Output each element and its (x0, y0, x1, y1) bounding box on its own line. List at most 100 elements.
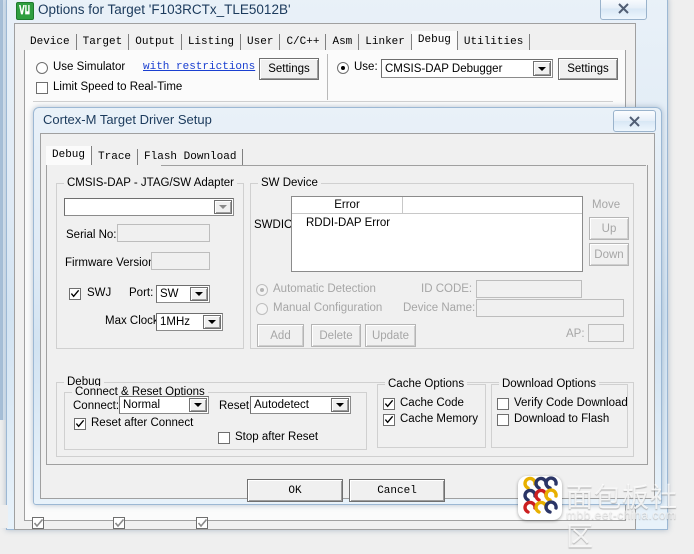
driver-dialog-close-button[interactable] (613, 110, 656, 132)
tab-asm[interactable]: Asm (326, 34, 360, 50)
id-code-label: ID CODE: (421, 283, 473, 295)
options-bottom-checkbox-3[interactable] (196, 517, 208, 529)
swj-label: SWJ (87, 287, 112, 299)
limit-speed-label: Limit Speed to Real-Time (53, 81, 183, 93)
debugger-select-value: CMSIS-DAP Debugger (385, 62, 503, 75)
reset-after-connect-checkbox[interactable] (74, 418, 86, 430)
tab-linker[interactable]: Linker (359, 34, 412, 50)
reset-select-value: Autodetect (254, 399, 309, 411)
options-debug-divider (33, 101, 613, 102)
tab-output[interactable]: Output (129, 34, 182, 50)
check-icon (70, 289, 80, 298)
driver-dialog-tab-page-topline (161, 165, 646, 166)
manual-configuration-label: Manual Configuration (273, 302, 383, 314)
cancel-button[interactable]: Cancel (349, 479, 445, 502)
connect-select-value: Normal (123, 399, 161, 411)
connect-select[interactable]: Normal (119, 396, 209, 414)
driver-tab-debug[interactable]: Debug (46, 146, 93, 165)
tab-debug[interactable]: Debug (411, 31, 458, 50)
options-window-close-button[interactable] (600, 0, 647, 20)
tab-device[interactable]: Device (24, 34, 77, 50)
options-bottom-checkbox-1[interactable] (32, 517, 44, 529)
reset-after-connect-label: Reset after Connect (91, 417, 194, 429)
move-up-button[interactable]: Up (589, 217, 629, 240)
check-icon (384, 415, 394, 424)
chevron-down-icon[interactable] (331, 398, 349, 412)
check-icon (197, 518, 208, 528)
download-options-label: Download Options (499, 378, 599, 390)
manual-configuration-radio[interactable] (256, 303, 268, 315)
sw-device-column-error[interactable]: Error (292, 197, 403, 213)
max-clock-select[interactable]: 1MHz (156, 313, 223, 331)
debugger-select[interactable]: CMSIS-DAP Debugger (381, 59, 553, 78)
table-row[interactable]: RDDI-DAP Error (292, 214, 582, 231)
chevron-down-icon[interactable] (203, 315, 221, 329)
connect-label: Connect: (73, 400, 120, 412)
watermark-logo (518, 476, 562, 520)
ap-field[interactable] (588, 324, 624, 342)
reset-select[interactable]: Autodetect (250, 396, 351, 414)
download-to-flash-label: Download to Flash (514, 413, 610, 425)
ok-button[interactable]: OK (247, 479, 343, 502)
move-label: Move (592, 199, 621, 211)
download-to-flash-checkbox[interactable] (497, 414, 509, 426)
tab-c-cpp[interactable]: C/C++ (280, 34, 327, 50)
close-icon (618, 3, 629, 14)
sw-device-listview[interactable]: Error RDDI-DAP Error (291, 196, 583, 272)
tab-target[interactable]: Target (76, 34, 130, 50)
options-debug-column-separator (327, 54, 328, 100)
limit-speed-checkbox[interactable] (36, 82, 48, 94)
watermark: 面包板社区 mbb.eet-china.com (510, 472, 694, 553)
sw-device-group-label: SW Device (258, 177, 321, 189)
use-debugger-label: Use: (354, 61, 378, 73)
check-icon (114, 518, 125, 528)
port-label: Port: (129, 287, 154, 299)
ap-label: AP: (566, 328, 585, 340)
background-window-edge-2 (0, 0, 3, 420)
close-icon (629, 115, 640, 127)
options-window-tabstrip: Device Target Output Listing User C/C++ … (24, 31, 531, 50)
add-device-button[interactable]: Add (257, 324, 304, 347)
options-window-title: Options for Target 'F103RCTx_TLE5012B' (38, 2, 291, 17)
device-name-field[interactable] (476, 299, 624, 317)
swj-checkbox[interactable] (69, 288, 81, 300)
cache-code-checkbox[interactable] (383, 398, 395, 410)
driver-tab-trace[interactable]: Trace (92, 149, 139, 165)
with-restrictions-link[interactable]: with restrictions (143, 61, 255, 73)
move-down-button[interactable]: Down (589, 243, 629, 266)
chevron-down-icon[interactable] (190, 287, 208, 301)
use-simulator-radio[interactable] (36, 62, 48, 74)
device-name-label: Device Name: (403, 302, 476, 314)
check-icon (384, 399, 394, 408)
tab-user[interactable]: User (241, 34, 281, 50)
driver-tab-flash-download[interactable]: Flash Download (138, 149, 244, 165)
id-code-field[interactable] (476, 280, 582, 298)
tab-utilities[interactable]: Utilities (457, 34, 531, 50)
verify-code-download-checkbox[interactable] (497, 398, 509, 410)
debugger-settings-button[interactable]: Settings (558, 58, 618, 80)
cache-memory-checkbox[interactable] (383, 414, 395, 426)
simulator-settings-button[interactable]: Settings (259, 58, 319, 80)
automatic-detection-radio[interactable] (256, 284, 268, 296)
chevron-down-icon[interactable] (533, 61, 551, 76)
chevron-down-icon[interactable] (214, 200, 232, 214)
serial-no-label: Serial No: (66, 229, 117, 241)
adapter-group-label: CMSIS-DAP - JTAG/SW Adapter (64, 177, 238, 189)
tab-listing[interactable]: Listing (181, 34, 242, 50)
port-select-value: SW (160, 288, 179, 300)
options-bottom-checkbox-2[interactable] (113, 517, 125, 529)
serial-no-field[interactable] (117, 224, 210, 242)
update-device-button[interactable]: Update (365, 324, 416, 347)
verify-code-download-label: Verify Code Download (514, 397, 628, 409)
port-select[interactable]: SW (156, 285, 210, 303)
firmware-version-field[interactable] (151, 252, 210, 270)
delete-device-button[interactable]: Delete (311, 324, 361, 347)
adapter-select[interactable] (64, 198, 234, 216)
check-icon (33, 518, 44, 528)
use-debugger-radio[interactable] (337, 62, 349, 74)
desktop-bottom-strip (0, 505, 8, 528)
chevron-down-icon[interactable] (189, 398, 207, 412)
sw-device-column-blank[interactable] (403, 197, 582, 213)
automatic-detection-label: Automatic Detection (273, 283, 376, 295)
stop-after-reset-checkbox[interactable] (218, 432, 230, 444)
